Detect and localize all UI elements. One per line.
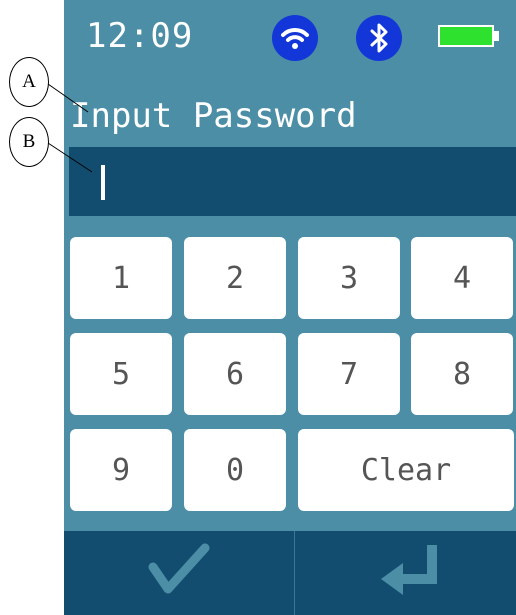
callout-b: B — [9, 117, 49, 167]
key-2[interactable]: 2 — [184, 237, 286, 319]
callout-a: A — [9, 57, 49, 107]
key-1[interactable]: 1 — [70, 237, 172, 319]
key-0[interactable]: 0 — [184, 429, 286, 511]
key-4[interactable]: 4 — [411, 237, 513, 319]
bottom-bar — [64, 531, 516, 615]
key-5[interactable]: 5 — [70, 333, 172, 415]
enter-return-icon — [381, 545, 437, 595]
key-7[interactable]: 7 — [298, 333, 400, 415]
keypad: 1 2 3 4 5 6 7 8 9 0 Clear — [64, 0, 516, 615]
device-screen: 12:09 Input Password 1 2 3 4 5 6 7 8 9 0… — [64, 0, 516, 615]
key-9[interactable]: 9 — [70, 429, 172, 511]
clear-button[interactable]: Clear — [298, 429, 514, 511]
key-6[interactable]: 6 — [184, 333, 286, 415]
checkmark-icon — [148, 543, 210, 594]
key-8[interactable]: 8 — [411, 333, 513, 415]
enter-button[interactable] — [295, 531, 516, 615]
key-3[interactable]: 3 — [298, 237, 400, 319]
confirm-button[interactable] — [64, 531, 294, 615]
